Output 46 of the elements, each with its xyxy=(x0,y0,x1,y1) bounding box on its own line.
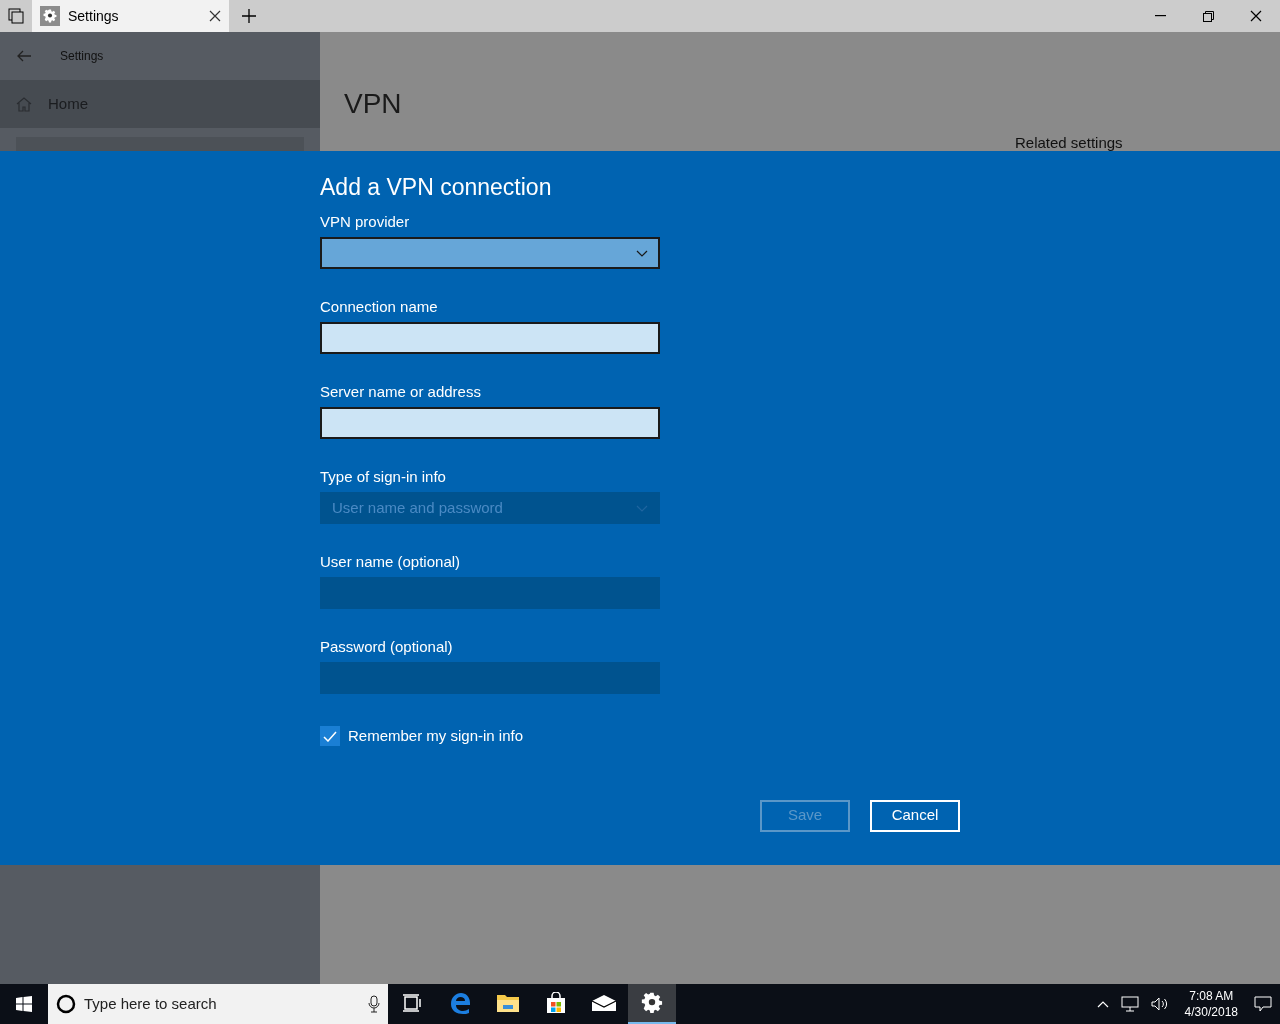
tab-title: Settings xyxy=(68,6,120,26)
checkbox[interactable] xyxy=(320,726,340,747)
browser-icon xyxy=(449,992,471,1014)
related-settings-heading: Related settings xyxy=(1015,134,1123,151)
envelope-icon xyxy=(591,994,617,1012)
chevron-down-icon xyxy=(636,504,648,512)
microphone-icon xyxy=(368,995,380,1013)
folder-icon xyxy=(496,993,520,1013)
tabs-icon xyxy=(8,8,24,24)
shopping-bag-icon xyxy=(545,992,567,1014)
checkmark-icon xyxy=(323,730,337,742)
page-title: VPN xyxy=(344,88,403,120)
chevron-up-icon[interactable] xyxy=(1096,1000,1109,1008)
notification-icon[interactable] xyxy=(1254,996,1272,1012)
circle-icon xyxy=(56,994,76,1014)
input-field[interactable] xyxy=(320,407,660,439)
app-title: Settings xyxy=(60,48,104,65)
gear-icon xyxy=(641,992,663,1014)
minimize-icon xyxy=(1154,15,1166,17)
network-icon[interactable] xyxy=(1120,996,1139,1012)
close-icon xyxy=(1250,10,1262,22)
close-icon[interactable] xyxy=(209,10,221,22)
input-field[interactable] xyxy=(320,322,660,354)
dialog-title: Add a VPN connection xyxy=(320,173,553,201)
checkbox-label: Remember my sign-in info xyxy=(348,726,524,746)
back-arrow-icon xyxy=(17,50,31,62)
restore-icon xyxy=(1202,10,1214,22)
field-label: Type of sign-in info xyxy=(320,467,447,487)
task-view-icon xyxy=(402,994,422,1012)
speaker-icon[interactable] xyxy=(1150,997,1169,1011)
chevron-down-icon xyxy=(636,249,648,257)
field-label: User name (optional) xyxy=(320,552,462,572)
dialog-button[interactable]: Cancel xyxy=(870,799,960,832)
search-field[interactable]: Type here to search xyxy=(84,992,360,1016)
search-box[interactable]: Type here to search xyxy=(48,984,388,1024)
window-tab[interactable]: Settings xyxy=(32,0,229,32)
field-label: Connection name xyxy=(320,297,439,317)
windows-logo-icon xyxy=(16,996,32,1012)
dropdown-field[interactable] xyxy=(320,237,660,269)
clock[interactable]: 7:08 AM 4/30/2018 xyxy=(1180,988,1242,1020)
home-icon xyxy=(16,96,32,112)
plus-icon xyxy=(242,9,256,23)
field-label: Server name or address xyxy=(320,382,482,402)
field-label: Password (optional) xyxy=(320,637,454,657)
field-label: VPN provider xyxy=(320,212,411,232)
taskbar-app-button[interactable] xyxy=(628,984,676,1024)
